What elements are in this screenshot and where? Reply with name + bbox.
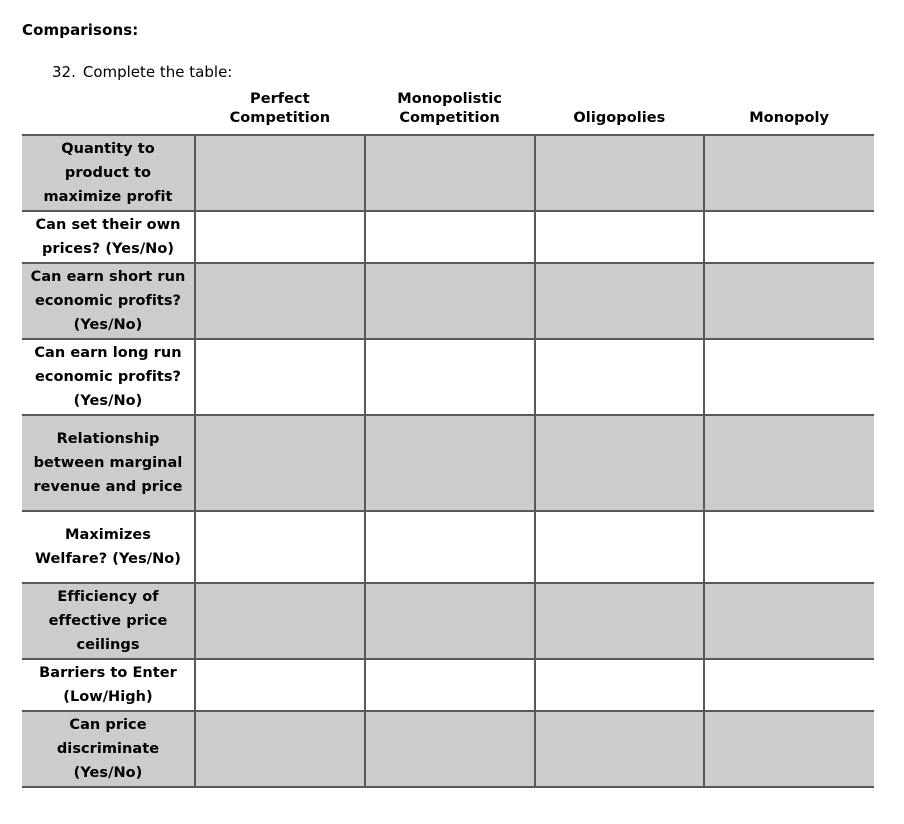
row-label-cell: Can earn long run economic profits? (Yes… (22, 339, 195, 415)
table-row: Maximizes Welfare? (Yes/No) (22, 511, 874, 583)
answer-cell[interactable] (365, 415, 535, 511)
row-label-text: Quantity to product to maximize profit (28, 137, 188, 209)
row-label-cell: Quantity to product to maximize profit (22, 135, 195, 211)
answer-cell[interactable] (535, 711, 705, 787)
answer-cell[interactable] (704, 263, 874, 339)
table-header: Perfect Competition Monopolistic Competi… (22, 86, 874, 135)
table-row: Efficiency of effective price ceilings (22, 583, 874, 659)
worksheet-page: Comparisons: 32. Complete the table: Perf… (0, 0, 904, 824)
question-number: 32. (52, 62, 76, 82)
answer-cell[interactable] (704, 135, 874, 211)
answer-cell[interactable] (365, 339, 535, 415)
answer-cell[interactable] (195, 711, 365, 787)
row-label-text: Can earn long run economic profits? (Yes… (28, 341, 188, 413)
answer-cell[interactable] (535, 135, 705, 211)
answer-cell[interactable] (195, 415, 365, 511)
column-header-perfect-competition: Perfect Competition (195, 86, 365, 135)
row-label-text: Barriers to Enter (Low/High) (28, 661, 188, 709)
answer-cell[interactable] (704, 583, 874, 659)
row-label-text: Relationship between marginal revenue an… (28, 427, 188, 499)
answer-cell[interactable] (704, 511, 874, 583)
answer-cell[interactable] (365, 659, 535, 711)
row-label-text: Efficiency of effective price ceilings (28, 585, 188, 657)
answer-cell[interactable] (535, 339, 705, 415)
question-text: Complete the table: (83, 63, 233, 81)
answer-cell[interactable] (535, 659, 705, 711)
table-row: Can earn long run economic profits? (Yes… (22, 339, 874, 415)
comparison-table-block: Perfect Competition Monopolistic Competi… (22, 86, 874, 788)
answer-cell[interactable] (704, 415, 874, 511)
answer-cell[interactable] (365, 211, 535, 263)
section-heading: Comparisons: (22, 20, 138, 40)
answer-cell[interactable] (195, 511, 365, 583)
column-header-monopolistic-competition: Monopolistic Competition (365, 86, 535, 135)
row-label-cell: Relationship between marginal revenue an… (22, 415, 195, 511)
answer-cell[interactable] (365, 263, 535, 339)
answer-cell[interactable] (704, 339, 874, 415)
answer-cell[interactable] (195, 339, 365, 415)
row-label-cell: Efficiency of effective price ceilings (22, 583, 195, 659)
row-label-cell: Maximizes Welfare? (Yes/No) (22, 511, 195, 583)
row-label-text: Maximizes Welfare? (Yes/No) (28, 523, 188, 571)
row-label-text: Can price discriminate (Yes/No) (28, 713, 188, 785)
answer-cell[interactable] (535, 263, 705, 339)
answer-cell[interactable] (365, 711, 535, 787)
answer-cell[interactable] (195, 583, 365, 659)
answer-cell[interactable] (535, 211, 705, 263)
table-row: Can earn short run economic profits? (Ye… (22, 263, 874, 339)
table-row: Can price discriminate (Yes/No) (22, 711, 874, 787)
table-body: Quantity to product to maximize profitCa… (22, 135, 874, 787)
row-label-cell: Can price discriminate (Yes/No) (22, 711, 195, 787)
row-label-text: Can set their own prices? (Yes/No) (28, 213, 188, 261)
answer-cell[interactable] (535, 511, 705, 583)
answer-cell[interactable] (535, 415, 705, 511)
answer-cell[interactable] (195, 135, 365, 211)
answer-cell[interactable] (195, 659, 365, 711)
answer-cell[interactable] (365, 583, 535, 659)
table-row: Relationship between marginal revenue an… (22, 415, 874, 511)
table-row: Quantity to product to maximize profit (22, 135, 874, 211)
answer-cell[interactable] (195, 211, 365, 263)
header-row: Perfect Competition Monopolistic Competi… (22, 86, 874, 135)
answer-cell[interactable] (704, 211, 874, 263)
question-line: 32. Complete the table: (52, 62, 232, 82)
answer-cell[interactable] (365, 135, 535, 211)
table-row: Barriers to Enter (Low/High) (22, 659, 874, 711)
header-corner (22, 86, 195, 135)
row-label-text: Can earn short run economic profits? (Ye… (28, 265, 188, 337)
answer-cell[interactable] (704, 659, 874, 711)
row-label-cell: Barriers to Enter (Low/High) (22, 659, 195, 711)
row-label-cell: Can earn short run economic profits? (Ye… (22, 263, 195, 339)
table-row: Can set their own prices? (Yes/No) (22, 211, 874, 263)
answer-cell[interactable] (535, 583, 705, 659)
row-label-cell: Can set their own prices? (Yes/No) (22, 211, 195, 263)
column-header-oligopolies: Oligopolies (535, 86, 705, 135)
answer-cell[interactable] (195, 263, 365, 339)
answer-cell[interactable] (365, 511, 535, 583)
answer-cell[interactable] (704, 711, 874, 787)
column-header-monopoly: Monopoly (704, 86, 874, 135)
comparison-table: Perfect Competition Monopolistic Competi… (22, 86, 874, 788)
